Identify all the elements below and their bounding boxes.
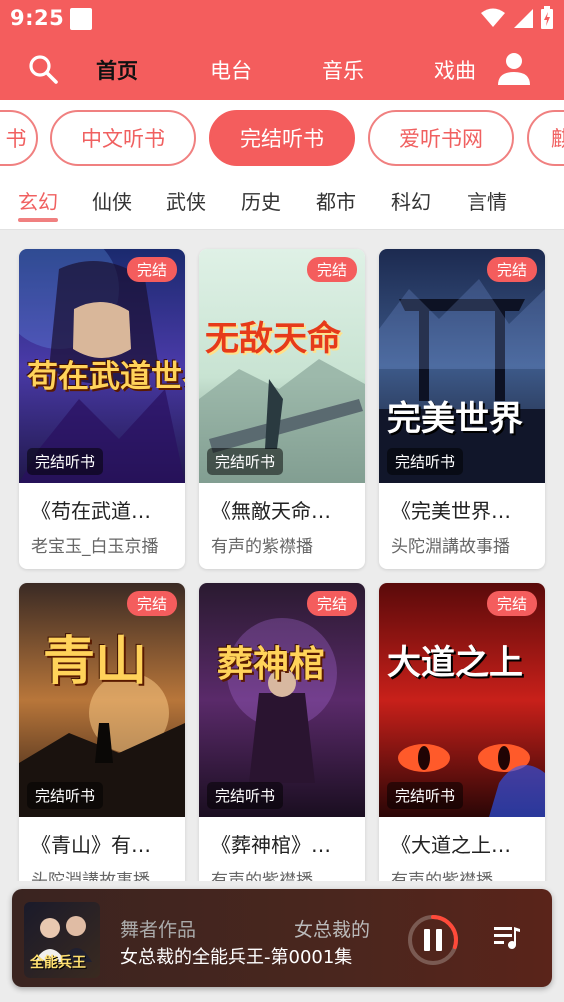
book-card[interactable]: 苟在武道世界成圣 完结 完结听书 《苟在武道… 老宝玉_白玉京播: [19, 249, 185, 569]
book-title: 《苟在武道…: [31, 499, 151, 523]
book-card[interactable]: 青山 完结 完结听书 《青山》有… 头陀淵講故事播: [19, 583, 185, 881]
book-author: 有声的紫襟播: [211, 537, 313, 557]
book-cover: 完美世界 完结 完结听书: [379, 249, 545, 483]
status-time: 9:25: [10, 6, 65, 30]
pause-button[interactable]: [406, 913, 460, 967]
category-dushi[interactable]: 都市: [316, 186, 356, 215]
status-badge: 完结: [126, 591, 177, 616]
player-author: 舞者作品: [120, 919, 197, 941]
book-cover: 青山 完结 完结听书: [19, 583, 185, 817]
category-tag: 完结听书: [387, 782, 464, 809]
category-yanqing[interactable]: 言情: [467, 186, 507, 215]
wifi-icon: [481, 8, 505, 27]
book-cover: 大道之上 完结 完结听书: [379, 583, 545, 817]
cover-title: 完美世界: [387, 399, 523, 439]
book-author: 老宝玉_白玉京播: [31, 537, 159, 557]
cover-title: 大道之上: [387, 643, 523, 683]
book-card[interactable]: 无敌天命 完结 完结听书 《無敵天命… 有声的紫襟播: [199, 249, 365, 569]
status-icons: [480, 6, 554, 30]
category-kehuan[interactable]: 科幻: [391, 186, 431, 215]
chip-label: 书: [5, 127, 27, 151]
tab-music[interactable]: 音乐: [322, 55, 364, 85]
chip-label: 爱听书网: [399, 127, 483, 151]
chip-label: 完结听书: [240, 127, 324, 151]
chip-wanjie[interactable]: 完结听书: [209, 110, 355, 166]
category-xuanhuan[interactable]: 玄幻: [18, 186, 58, 215]
book-cover: 无敌天命 完结 完结听书: [199, 249, 365, 483]
user-icon[interactable]: [496, 50, 532, 86]
player-marquee: 女总裁的: [294, 919, 371, 941]
category-xianxia[interactable]: 仙侠: [92, 186, 132, 215]
book-info: 《青山》有… 头陀淵講故事播: [19, 817, 185, 881]
cover-title: 青山: [43, 631, 148, 692]
category-tag: 完结听书: [207, 448, 284, 475]
source-chips: 书 中文听书 完结听书 爱听书网 麒: [0, 100, 564, 176]
mini-player[interactable]: 全能兵王 舞者作品 女总裁的 女总裁的全能兵王-第0001集: [12, 889, 552, 987]
book-info: 《大道之上… 有声的紫襟播: [379, 817, 545, 881]
book-cover: 苟在武道世界成圣 完结 完结听书: [19, 249, 185, 483]
book-author: 头陀淵講故事播: [31, 871, 150, 881]
category-tabs: 玄幻 仙侠 武侠 历史 都市 科幻 言情: [0, 176, 564, 230]
chip-label: 麒: [551, 127, 564, 151]
category-tag: 完结听书: [207, 782, 284, 809]
chip-partial-left[interactable]: 书: [0, 110, 38, 166]
chip-partial-right[interactable]: 麒: [527, 110, 564, 166]
cover-title: 无敌天命: [205, 319, 341, 359]
player-track-title: 女总裁的全能兵王-第0001集: [120, 947, 353, 968]
signal-icon: [514, 9, 533, 28]
cover-title: 苟在武道世界成圣: [27, 359, 185, 395]
book-author: 有声的紫襟播: [391, 871, 493, 881]
status-badge: 完结: [306, 257, 357, 282]
book-info: 《無敵天命… 有声的紫襟播: [199, 483, 365, 569]
tab-opera[interactable]: 戏曲: [434, 55, 476, 85]
book-info: 《苟在武道… 老宝玉_白玉京播: [19, 483, 185, 569]
chip-label: 中文听书: [81, 127, 165, 151]
book-card[interactable]: 大道之上 完结 完结听书 《大道之上… 有声的紫襟播: [379, 583, 545, 881]
status-badge: 完结: [126, 257, 177, 282]
tab-radio[interactable]: 电台: [210, 55, 252, 85]
status-bar: 9:25: [0, 0, 564, 38]
status-badge: 完结: [306, 591, 357, 616]
search-icon[interactable]: [28, 54, 58, 84]
status-badge: 完结: [486, 257, 537, 282]
book-card[interactable]: 完美世界 完结 完结听书 《完美世界… 头陀淵講故事播: [379, 249, 545, 569]
top-navigation: 首页 电台 音乐 戏曲: [0, 38, 564, 100]
thumbnail-title: 全能兵王: [30, 955, 86, 971]
book-title: 《完美世界…: [391, 499, 511, 523]
book-title: 《大道之上…: [391, 833, 511, 857]
category-wuxia[interactable]: 武侠: [166, 186, 206, 215]
category-tag: 完结听书: [27, 448, 104, 475]
status-badge: 完结: [486, 591, 537, 616]
book-card[interactable]: 葬神棺 完结 完结听书 《葬神棺》… 有声的紫襟播: [199, 583, 365, 881]
chip-aitingshu[interactable]: 爱听书网: [368, 110, 514, 166]
category-lishi[interactable]: 历史: [241, 186, 281, 215]
book-author: 有声的紫襟播: [211, 871, 313, 881]
category-tag: 完结听书: [27, 782, 104, 809]
book-cover: 葬神棺 完结 完结听书: [199, 583, 365, 817]
category-tag: 完结听书: [387, 448, 464, 475]
active-category-indicator: [18, 218, 58, 222]
notification-icon: [70, 8, 92, 30]
playlist-icon[interactable]: [492, 923, 522, 953]
battery-icon: [541, 6, 553, 29]
tab-home[interactable]: 首页: [96, 55, 138, 85]
book-title: 《無敵天命…: [211, 499, 331, 523]
book-info: 《完美世界… 头陀淵講故事播: [379, 483, 545, 569]
book-grid: 苟在武道世界成圣 完结 完结听书 《苟在武道… 老宝玉_白玉京播 无敌天命 完结…: [0, 231, 564, 881]
book-info: 《葬神棺》… 有声的紫襟播: [199, 817, 365, 881]
book-title: 《葬神棺》…: [211, 833, 331, 857]
chip-zhongwen[interactable]: 中文听书: [50, 110, 196, 166]
book-title: 《青山》有…: [31, 833, 151, 857]
book-author: 头陀淵講故事播: [391, 537, 510, 557]
player-thumbnail[interactable]: 全能兵王: [24, 902, 100, 978]
cover-title: 葬神棺: [217, 643, 326, 685]
